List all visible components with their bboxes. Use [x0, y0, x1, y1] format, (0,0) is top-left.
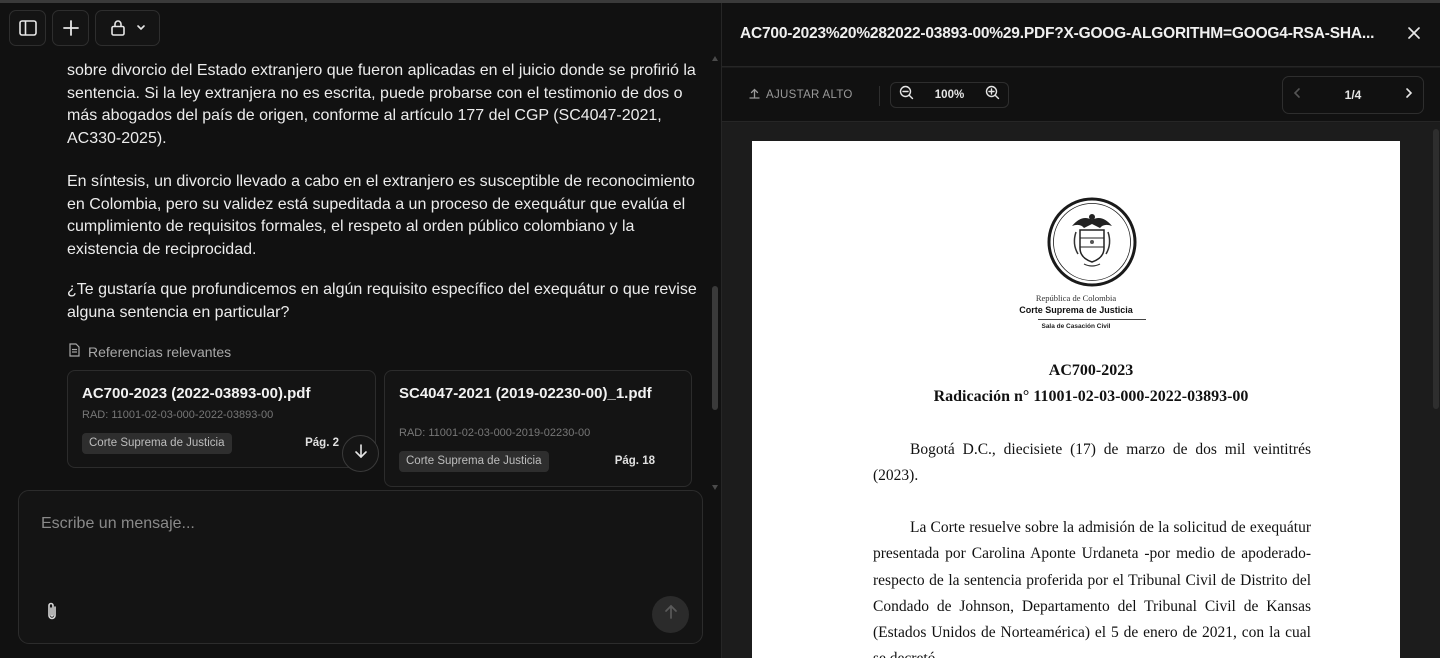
chevron-down-icon: [136, 24, 146, 32]
message-composer: [18, 490, 703, 644]
doc-chamber: Sala de Casación Civil: [1041, 323, 1111, 330]
toolbar-separator: [879, 86, 880, 106]
zoom-out-icon[interactable]: [899, 85, 914, 105]
pdf-header: AC700-2023%20%282022-03893-00%29.PDF?X-G…: [722, 3, 1440, 67]
reference-filename: SC4047-2021 (2019-02230-00)_1.pdf: [399, 385, 652, 402]
pdf-scrollbar[interactable]: [1432, 123, 1440, 658]
references-title: Referencias relevantes: [88, 343, 232, 360]
fit-height-button[interactable]: AJUSTAR ALTO: [749, 87, 853, 102]
close-icon: [1407, 26, 1421, 45]
top-controls: [9, 10, 160, 46]
new-chat-button[interactable]: [52, 10, 89, 46]
scroll-to-bottom-button[interactable]: [342, 435, 379, 472]
reference-rad: RAD: 11001-02-03-000-2022-03893-00: [82, 409, 274, 421]
doc-court: Corte Suprema de Justicia: [1019, 305, 1133, 315]
document-icon: [68, 343, 81, 360]
reference-page: Pág. 18: [614, 455, 655, 467]
assistant-message-paragraph: ¿Te gustaría que profundicemos en algún …: [67, 281, 697, 321]
court-badge: Corte Suprema de Justicia: [82, 433, 232, 454]
chevron-right-icon[interactable]: [1405, 86, 1413, 104]
arrow-up-icon: [664, 604, 678, 625]
pdf-title: AC700-2023%20%282022-03893-00%29.PDF?X-G…: [740, 25, 1375, 42]
pdf-toolbar: AJUSTAR ALTO 100% 1/4: [722, 68, 1440, 122]
close-pdf-button[interactable]: [1404, 25, 1424, 45]
lock-icon: [110, 19, 126, 37]
page-navigator: 1/4: [1282, 76, 1424, 114]
coat-of-arms-seal: [1047, 197, 1137, 287]
privacy-dropdown-button[interactable]: [95, 10, 160, 46]
message-input[interactable]: [41, 515, 661, 533]
zoom-in-icon[interactable]: [985, 85, 1000, 105]
upload-arrow-icon: [749, 87, 760, 102]
plus-icon: [61, 18, 81, 38]
scrollbar-thumb[interactable]: [712, 286, 718, 410]
court-badge: Corte Suprema de Justicia: [399, 451, 549, 472]
window-top-strip: [0, 0, 1440, 3]
page-indicator: 1/4: [1345, 88, 1362, 102]
arrow-down-icon: [354, 443, 368, 464]
court-underline: [1038, 319, 1146, 320]
pdf-scrollbar-thumb[interactable]: [1433, 129, 1439, 409]
doc-identifier: AC700-2023: [1048, 362, 1134, 379]
sidebar-icon: [18, 18, 38, 38]
references-header: Referencias relevantes: [68, 343, 231, 360]
doc-republic: República de Colombia: [1035, 293, 1117, 303]
fit-height-label: AJUSTAR ALTO: [766, 88, 853, 101]
zoom-control: 100%: [890, 82, 1009, 108]
chat-pane: sobre divorcio del Estado extranjero que…: [0, 0, 721, 658]
message-list: sobre divorcio del Estado extranjero que…: [0, 0, 710, 490]
zoom-level: 100%: [934, 89, 965, 101]
send-button[interactable]: [652, 596, 689, 633]
chevron-left-icon[interactable]: [1293, 86, 1301, 104]
pdf-viewer-pane: AC700-2023%20%282022-03893-00%29.PDF?X-G…: [722, 0, 1440, 658]
paperclip-icon: [46, 601, 58, 626]
reference-card[interactable]: AC700-2023 (2022-03893-00).pdf RAD: 1100…: [67, 370, 376, 468]
sidebar-toggle-button[interactable]: [9, 10, 46, 46]
reference-card[interactable]: SC4047-2021 (2019-02230-00)_1.pdf RAD: 1…: [384, 370, 692, 487]
doc-paragraph: Bogotá D.C., diecisiete (17) de marzo de…: [873, 441, 1311, 485]
doc-radicacion: Radicación n° 11001-02-03-000-2022-03893…: [933, 388, 1249, 405]
scroll-down-arrow[interactable]: [712, 485, 718, 490]
assistant-message-paragraph: En síntesis, un divorcio llevado a cabo …: [67, 173, 695, 258]
reference-filename: AC700-2023 (2022-03893-00).pdf: [82, 385, 311, 402]
doc-paragraph: La Corte resuelve sobre la admisión de l…: [873, 519, 1311, 658]
attach-button[interactable]: [43, 602, 61, 624]
assistant-message-paragraph: sobre divorcio del Estado extranjero que…: [67, 62, 696, 147]
chat-scrollbar[interactable]: [710, 52, 720, 492]
scroll-up-arrow[interactable]: [712, 56, 718, 61]
pdf-page: República de Colombia Corte Suprema de J…: [752, 141, 1400, 658]
pdf-viewport[interactable]: República de Colombia Corte Suprema de J…: [722, 123, 1440, 658]
reference-rad: RAD: 11001-02-03-000-2019-02230-00: [399, 427, 591, 439]
reference-page: Pág. 2: [305, 437, 339, 449]
total-pages: 4: [1354, 88, 1362, 102]
